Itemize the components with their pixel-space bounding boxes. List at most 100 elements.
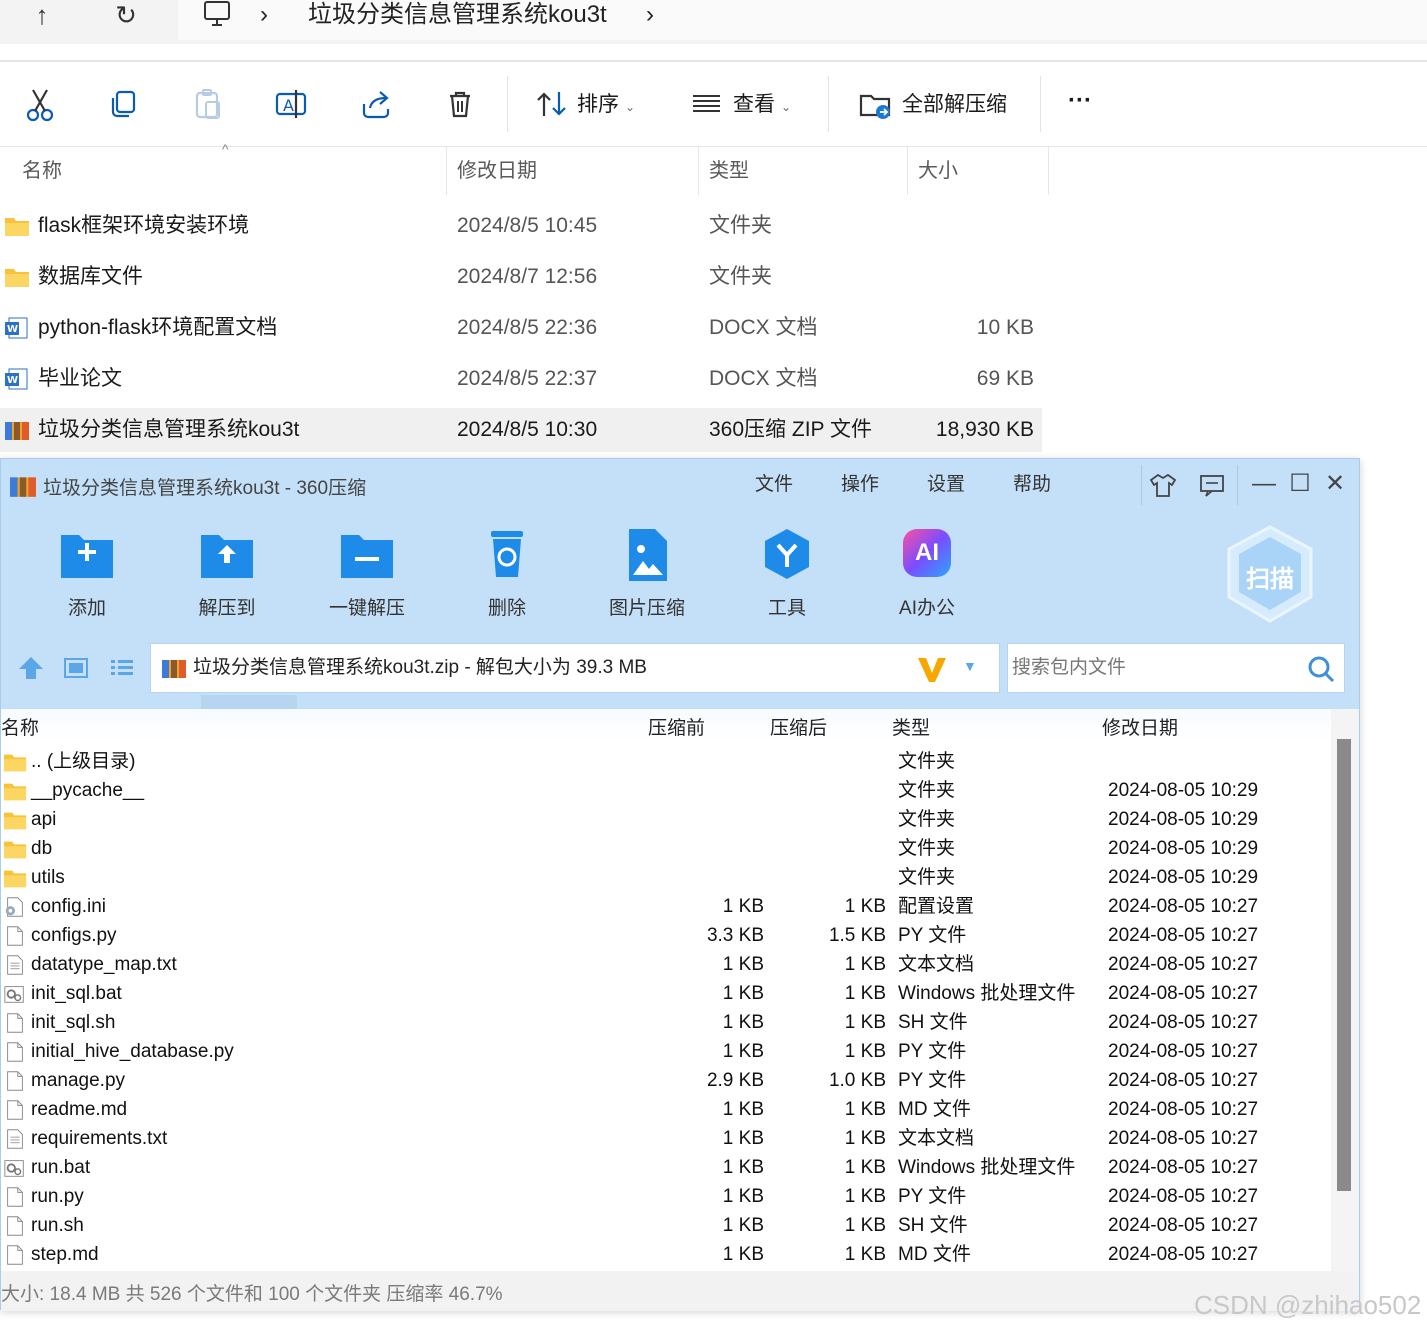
sort-icon[interactable] xyxy=(532,84,572,124)
feedback-icon[interactable] xyxy=(1194,467,1230,503)
archive-row[interactable]: manage.py 2.9 KB 1.0 KB PY 文件 2024-08-05 10:… xyxy=(1,1066,1331,1095)
computer-icon[interactable] xyxy=(202,0,232,28)
divider xyxy=(1237,465,1238,505)
search-input[interactable] xyxy=(1008,644,1298,692)
menu-help[interactable]: 帮助 xyxy=(1013,469,1051,496)
archive-row[interactable]: .. (上级目录) 文件夹 xyxy=(1,747,1331,776)
menu-operation[interactable]: 操作 xyxy=(841,469,879,496)
menu-settings[interactable]: 设置 xyxy=(927,469,965,496)
column-header-date[interactable]: 修改日期 xyxy=(1102,713,1178,740)
ai-office-button[interactable]: AI AI办公 xyxy=(867,525,987,625)
vip-v-icon[interactable] xyxy=(915,654,949,684)
entry-name: run.bat xyxy=(31,1157,91,1178)
column-header-after[interactable]: 压缩后 xyxy=(770,713,827,740)
breadcrumb-current-folder[interactable]: 垃圾分类信息管理系统kou3t xyxy=(308,0,607,30)
scrollbar-thumb[interactable] xyxy=(1337,739,1351,1191)
list-view-icon[interactable] xyxy=(108,655,136,681)
entry-type: PY 文件 xyxy=(898,1041,967,1062)
archive-row[interactable]: readme.md 1 KB 1 KB MD 文件 2024-08-05 10:27 xyxy=(1,1095,1331,1124)
more-options-button[interactable]: ··· xyxy=(1068,86,1092,116)
archive-row[interactable]: initial_hive_database.py 1 KB 1 KB PY 文件 202… xyxy=(1,1037,1331,1066)
archive-row[interactable]: configs.py 3.3 KB 1.5 KB PY 文件 2024-08-05 10… xyxy=(1,921,1331,950)
batch-file-icon xyxy=(4,986,24,1003)
entry-name: manage.py xyxy=(31,1070,126,1091)
chevron-right-icon[interactable]: › xyxy=(646,0,654,30)
entry-type: 文本文档 xyxy=(898,1128,975,1149)
column-header-name[interactable]: 名称 xyxy=(22,147,62,195)
extract-folder-icon[interactable] xyxy=(856,84,896,124)
column-header-size[interactable]: 大小 xyxy=(918,147,958,195)
refresh-icon[interactable]: ↻ xyxy=(106,0,146,32)
zip-archive-icon xyxy=(10,477,36,497)
archive-row[interactable]: init_sql.sh 1 KB 1 KB SH 文件 2024-08-05 10:27 xyxy=(1,1008,1331,1037)
search-box[interactable] xyxy=(1007,643,1345,693)
file-date: 2024/8/5 22:36 xyxy=(457,316,598,339)
scan-button[interactable]: 扫描 xyxy=(1227,525,1313,623)
chevron-right-icon[interactable]: › xyxy=(260,0,268,30)
file-row-selected[interactable]: 垃圾分类信息管理系统kou3t 2024/8/5 10:30 360压缩 ZIP… xyxy=(0,408,1042,452)
copy-icon[interactable] xyxy=(104,84,144,124)
file-row[interactable]: 数据库文件 2024/8/7 12:56 文件夹 xyxy=(0,255,1042,299)
vertical-scrollbar[interactable] xyxy=(1331,709,1359,1271)
delete-icon[interactable] xyxy=(440,84,480,124)
entry-name: init_sql.sh xyxy=(31,1012,116,1033)
column-divider[interactable] xyxy=(1048,147,1049,195)
archive-row[interactable]: db 文件夹 2024-08-05 10:29 xyxy=(1,834,1331,863)
archive-row[interactable]: utils 文件夹 2024-08-05 10:29 xyxy=(1,863,1331,892)
one-click-extract-button[interactable]: 一键解压 xyxy=(307,525,427,625)
folder-icon xyxy=(3,754,27,772)
file-row[interactable]: W 毕业论文 2024/8/5 22:37 DOCX 文档 69 KB xyxy=(0,357,1042,401)
batch-file-icon xyxy=(4,1160,24,1177)
up-arrow-icon[interactable]: ↑ xyxy=(22,0,62,32)
archive-row[interactable]: datatype_map.txt 1 KB 1 KB 文本文档 2024-08-05 1… xyxy=(1,950,1331,979)
column-divider[interactable] xyxy=(446,147,447,195)
view-button[interactable]: 查看 ⌄ xyxy=(733,90,791,122)
archive-row[interactable]: run.sh 1 KB 1 KB SH 文件 2024-08-05 10:27 xyxy=(1,1211,1331,1240)
column-header-type[interactable]: 类型 xyxy=(709,147,749,195)
image-compress-icon xyxy=(629,529,667,581)
close-button[interactable]: ✕ xyxy=(1317,467,1353,503)
menu-file[interactable]: 文件 xyxy=(755,469,793,496)
column-header-name[interactable]: 名称 xyxy=(1,713,39,740)
folder-icon xyxy=(3,841,27,859)
tools-button[interactable]: 工具 xyxy=(727,525,847,625)
archive-row[interactable]: requirements.txt 1 KB 1 KB 文本文档 2024-08-05 1… xyxy=(1,1124,1331,1153)
column-divider[interactable] xyxy=(698,147,699,195)
delete-button[interactable]: 删除 xyxy=(447,525,567,625)
archive-row[interactable]: api 文件夹 2024-08-05 10:29 xyxy=(1,805,1331,834)
archive-row[interactable]: config.ini 1 KB 1 KB 配置设置 2024-08-05 10:27 xyxy=(1,892,1331,921)
share-icon[interactable] xyxy=(356,84,396,124)
file-row[interactable]: flask框架环境安装环境 2024/8/5 10:45 文件夹 xyxy=(0,204,1042,248)
column-header-type[interactable]: 类型 xyxy=(892,713,930,740)
sort-button[interactable]: 排序 ⌄ xyxy=(577,90,635,122)
view-list-icon[interactable] xyxy=(688,84,728,124)
maximize-button[interactable]: ☐ xyxy=(1282,467,1318,503)
column-header-date[interactable]: 修改日期 xyxy=(457,147,537,195)
archive-row[interactable]: init_sql.bat 1 KB 1 KB Windows 批处理文件 2024-08… xyxy=(1,979,1331,1008)
rename-icon[interactable]: A xyxy=(272,84,312,124)
entry-size-after: 1 KB xyxy=(844,1099,886,1120)
extract-all-button[interactable]: 全部解压缩 xyxy=(902,90,1007,120)
entry-type: 文件夹 xyxy=(898,838,956,859)
dropdown-arrow-icon[interactable]: ▼ xyxy=(963,658,977,674)
thumbnail-view-icon[interactable] xyxy=(62,655,90,681)
archive-row[interactable]: run.bat 1 KB 1 KB Windows 批处理文件 2024-08-05 1… xyxy=(1,1153,1331,1182)
cut-icon[interactable] xyxy=(20,84,60,124)
breadcrumb[interactable]: › 垃圾分类信息管理系统kou3t › xyxy=(178,0,1427,40)
archive-row[interactable]: __pycache__ 文件夹 2024-08-05 10:29 xyxy=(1,776,1331,805)
up-level-icon[interactable] xyxy=(17,655,45,681)
archive-row[interactable]: step.md 1 KB 1 KB MD 文件 2024-08-05 10:27 xyxy=(1,1240,1331,1269)
column-header-row: 名称 ^ 修改日期 类型 大小 xyxy=(0,141,1050,197)
skin-shirt-icon[interactable] xyxy=(1145,467,1181,503)
image-compress-button[interactable]: 图片压缩 xyxy=(587,525,707,625)
entry-date: 2024-08-05 10:27 xyxy=(1108,896,1259,917)
file-row[interactable]: W python-flask环境配置文档 2024/8/5 22:36 DOCX… xyxy=(0,306,1042,350)
minimize-button[interactable]: — xyxy=(1246,467,1282,503)
column-divider[interactable] xyxy=(907,147,908,195)
column-header-before[interactable]: 压缩前 xyxy=(648,713,705,740)
archive-path-box[interactable]: 垃圾分类信息管理系统kou3t.zip - 解包大小为 39.3 MB ▼ xyxy=(150,643,1000,693)
extract-to-button[interactable]: 解压到 xyxy=(167,525,287,625)
archive-row[interactable]: run.py 1 KB 1 KB PY 文件 2024-08-05 10:27 xyxy=(1,1182,1331,1211)
search-icon[interactable] xyxy=(1306,654,1336,684)
add-button[interactable]: 添加 xyxy=(27,525,147,625)
